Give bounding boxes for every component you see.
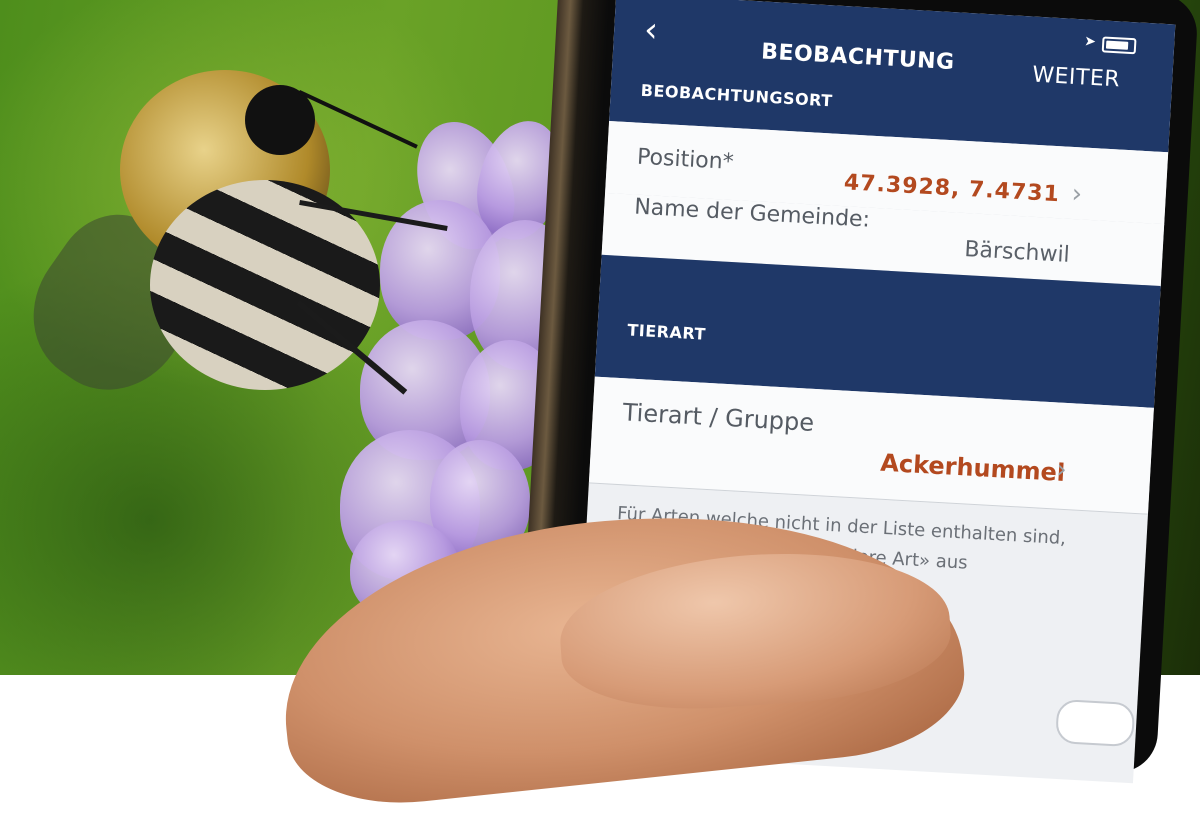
position-label: Position* (636, 144, 735, 175)
species-value: Ackerhummel (879, 448, 1066, 487)
page-title: BEOBACHTUNG (760, 39, 956, 76)
next-button[interactable]: WEITER (1032, 63, 1121, 93)
chevron-left-icon[interactable]: ‹ (643, 10, 659, 51)
chevron-right-icon: › (1055, 454, 1068, 486)
municipality-value: Bärschwil (963, 237, 1071, 268)
battery-icon (1101, 36, 1137, 55)
species-label: Tierart / Gruppe (622, 398, 815, 437)
toggle-switch[interactable] (1055, 698, 1136, 748)
location-arrow-icon: ➤ (1083, 33, 1097, 51)
section-header-species: TIERART (626, 320, 707, 344)
chevron-right-icon: › (1070, 178, 1083, 210)
position-value: 47.3928, 7.4731 (843, 170, 1061, 208)
